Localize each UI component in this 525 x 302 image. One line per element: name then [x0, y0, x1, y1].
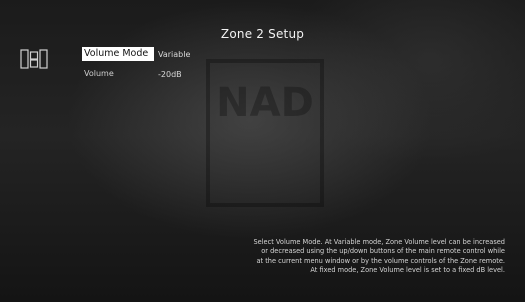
help-text: Select Volume Mode. At Variable mode, Zo…: [205, 238, 505, 275]
menu-item-volume-mode[interactable]: Volume Mode Variable: [82, 47, 190, 61]
zone-speakers-icon: [20, 49, 48, 69]
volume-mode-label: Volume Mode: [82, 47, 154, 61]
nad-logo-watermark: NAD: [206, 59, 324, 207]
page-title: Zone 2 Setup: [220, 27, 305, 41]
volume-value: -20dB: [158, 69, 182, 79]
help-line: or decreased using the up/down buttons o…: [261, 247, 505, 256]
menu-item-volume[interactable]: Volume -20dB: [82, 68, 182, 80]
nad-logo-text: NAD: [216, 80, 314, 126]
volume-label: Volume: [84, 69, 114, 78]
help-line: Select Volume Mode. At Variable mode, Zo…: [253, 238, 505, 246]
help-line: at the current menu window or by the vol…: [256, 256, 506, 265]
volume-mode-value: Variable: [158, 49, 191, 59]
help-line: At fixed mode, Zone Volume level is set …: [310, 265, 505, 274]
